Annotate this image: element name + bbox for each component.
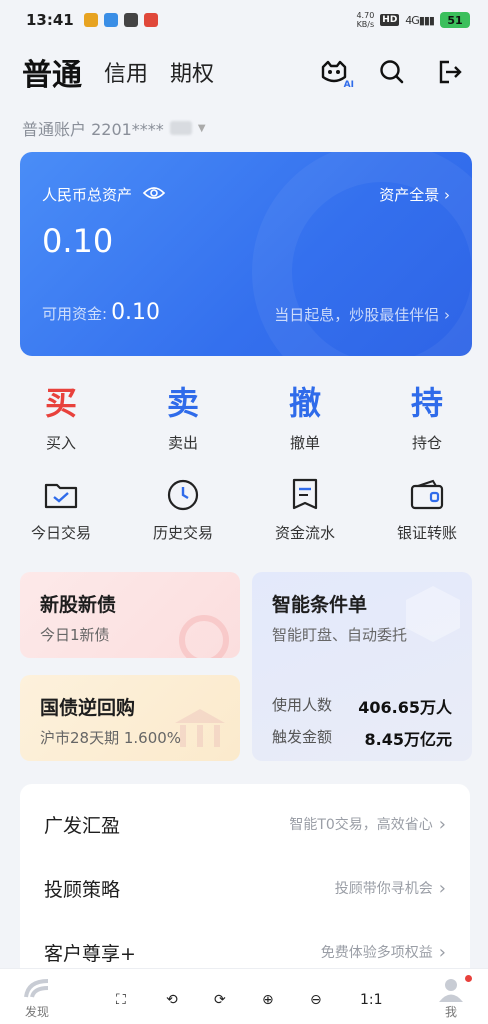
- decorative-logo: [252, 152, 472, 356]
- tab-normal[interactable]: 普通: [22, 50, 82, 94]
- header: 普通 信用 期权 AI: [0, 40, 488, 104]
- ai-assistant-icon[interactable]: AI: [318, 56, 354, 90]
- fund-statement-button[interactable]: 资金流水: [244, 476, 366, 543]
- services-list: 广发汇盈 智能T0交易，高效省心 › 投顾策略 投顾带你寻机会 › 客户尊享+ 免费…: [20, 784, 470, 984]
- decorative-cube-icon: [406, 586, 460, 642]
- notification-app-icon: [103, 13, 118, 27]
- amount-stat: 触发金额 8.45万亿元: [272, 728, 452, 749]
- hd-badge: HD: [380, 14, 400, 26]
- actual-size-button[interactable]: 1:1: [360, 992, 383, 1008]
- wallet-icon: [408, 476, 446, 514]
- users-stat: 使用人数 406.65万人: [272, 696, 452, 717]
- notification-app-icon: [143, 13, 158, 27]
- sell-icon: 卖: [166, 384, 199, 422]
- fullscreen-icon[interactable]: ⛶: [116, 992, 126, 1008]
- masked-digits: [169, 121, 192, 135]
- account-selector[interactable]: 普通账户 2201**** ▼: [22, 116, 206, 140]
- total-assets-value: 0.10: [42, 222, 114, 260]
- notification-dot: [465, 975, 472, 982]
- new-stocks-bonds-card[interactable]: 新股新债 今日1新债: [20, 572, 240, 658]
- trade-actions: 买 买入 卖 卖出 撤 撤单 持 持仓: [0, 382, 488, 453]
- chevron-down-icon: ▼: [197, 122, 206, 134]
- positions-icon: 持: [410, 384, 443, 422]
- zoom-out-icon[interactable]: ⊖: [310, 992, 322, 1008]
- status-bar: 13:41 4.70 KB/s HD 4G▮▮▮ 51: [0, 0, 488, 40]
- cancel-icon: 撤: [288, 384, 321, 422]
- treasury-repo-card[interactable]: 国债逆回购 沪市28天期 1.600%: [20, 675, 240, 761]
- chevron-right-icon: ›: [438, 941, 446, 963]
- bottom-nav: 发现 我: [0, 968, 488, 1024]
- user-icon: [439, 979, 463, 1002]
- ai-label: AI: [343, 80, 354, 90]
- signal-icon: 4G▮▮▮: [405, 13, 435, 27]
- sell-button[interactable]: 卖 卖出: [122, 382, 244, 453]
- list-item[interactable]: 投顾策略 投顾带你寻机会 ›: [20, 856, 470, 920]
- brand-logo-icon: [24, 979, 49, 998]
- battery-icon: 51: [440, 12, 470, 28]
- zoom-in-icon[interactable]: ⊕: [262, 992, 274, 1008]
- asset-overview-link[interactable]: 资产全景 ›: [379, 184, 450, 205]
- available-funds: 可用资金: 0.10: [42, 300, 161, 325]
- status-time: 13:41: [26, 11, 74, 29]
- decorative-building-icon: [175, 709, 225, 747]
- account-label: 普通账户 2201****: [22, 120, 164, 139]
- buy-icon: 买: [44, 384, 77, 422]
- tab-options[interactable]: 期权: [170, 56, 214, 88]
- decorative-seal-icon: [179, 615, 229, 658]
- bank-transfer-button[interactable]: 银证转账: [366, 476, 488, 543]
- message-icon: [123, 13, 138, 27]
- list-item[interactable]: 广发汇盈 智能T0交易，高效省心 ›: [20, 792, 470, 856]
- smart-conditional-order-card[interactable]: 智能条件单 智能盯盘、自动委托 使用人数 406.65万人 触发金额 8.45万…: [252, 572, 472, 761]
- chevron-right-icon: ›: [438, 813, 446, 835]
- function-shortcuts: 今日交易 历史交易 资金流水 银证转账: [0, 476, 488, 543]
- chevron-right-icon: ›: [444, 186, 450, 204]
- notification-app-icon: [83, 13, 98, 27]
- statement-icon: [286, 476, 324, 514]
- chevron-right-icon: ›: [438, 877, 446, 899]
- eye-icon[interactable]: [142, 185, 166, 205]
- logout-icon[interactable]: [434, 56, 466, 88]
- nav-discover[interactable]: 发现: [22, 977, 52, 1020]
- search-icon[interactable]: [376, 56, 408, 88]
- tab-credit[interactable]: 信用: [104, 56, 148, 88]
- asset-card[interactable]: 人民币总资产 资产全景 › 0.10 可用资金: 0.10 当日起息，炒股最佳伴…: [20, 152, 472, 356]
- history-clock-icon: [164, 476, 202, 514]
- chevron-right-icon: ›: [444, 306, 450, 324]
- money-fund-promo-link[interactable]: 当日起息，炒股最佳伴侣 ›: [274, 304, 450, 325]
- rotate-left-icon[interactable]: ⟲: [166, 992, 178, 1008]
- folder-check-icon: [42, 476, 80, 514]
- history-trades-button[interactable]: 历史交易: [122, 476, 244, 543]
- cancel-order-button[interactable]: 撤 撤单: [244, 382, 366, 453]
- positions-button[interactable]: 持 持仓: [366, 382, 488, 453]
- buy-button[interactable]: 买 买入: [0, 382, 122, 453]
- today-trades-button[interactable]: 今日交易: [0, 476, 122, 543]
- total-assets-label: 人民币总资产: [42, 186, 133, 204]
- nav-me[interactable]: 我: [436, 975, 472, 1020]
- rotate-right-icon[interactable]: ⟳: [214, 992, 226, 1008]
- net-speed: 4.70 KB/s: [356, 11, 375, 29]
